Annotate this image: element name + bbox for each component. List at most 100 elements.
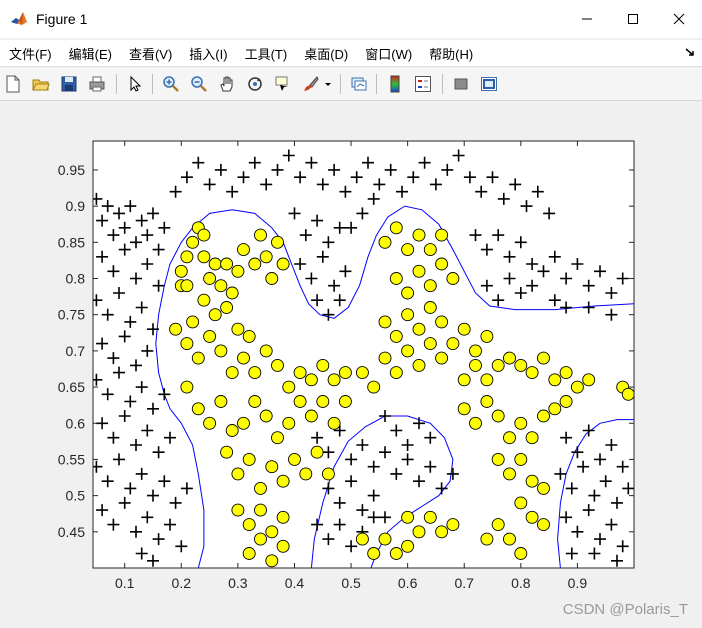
insert-legend-button[interactable] [412, 73, 434, 95]
positive-point-marker [276, 474, 290, 488]
menu-view[interactable]: 查看(V) [129, 44, 172, 63]
positive-point-marker [389, 329, 403, 343]
positive-point-marker [321, 467, 335, 481]
title-bar: Figure 1 [0, 0, 702, 38]
print-figure-button[interactable] [86, 73, 108, 95]
positive-point-marker [265, 272, 279, 285]
positive-point-marker [254, 532, 267, 546]
positive-point-marker [231, 264, 245, 278]
figure-canvas: 0.1 0.2 0.3 0.4 0.5 0.6 0.7 0.8 0.9 0.45 0.5 0.55 0.… [0, 101, 702, 628]
positive-point-marker [537, 481, 550, 495]
positive-point-marker [514, 452, 528, 466]
positive-point-marker [299, 467, 313, 481]
positive-point-marker [514, 416, 528, 430]
pan-button[interactable] [216, 73, 238, 95]
positive-point-marker [503, 467, 516, 481]
positive-point-marker [203, 329, 217, 343]
positive-point-marker [435, 351, 449, 365]
positive-point-marker [237, 351, 250, 365]
positive-point-marker [457, 402, 471, 416]
scatter-plot[interactable]: 0.1 0.2 0.3 0.4 0.5 0.6 0.7 0.8 0.9 0.45 0.5 0.55 0.… [0, 101, 702, 628]
x-tick-label: 0.4 [285, 575, 305, 591]
rotate-3d-button[interactable] [244, 73, 266, 95]
open-file-button[interactable] [30, 73, 52, 95]
save-figure-button[interactable] [58, 73, 80, 95]
positive-point-marker [446, 272, 460, 285]
menu-insert[interactable]: 插入(I) [189, 44, 227, 63]
zoom-out-button[interactable] [188, 73, 210, 95]
colorbar-icon [390, 75, 400, 93]
hide-plot-tools-button[interactable] [450, 73, 472, 95]
positive-point-marker [514, 358, 528, 372]
pan-hand-icon [220, 76, 233, 92]
positive-point-marker [248, 257, 262, 271]
positive-point-marker [435, 525, 449, 539]
positive-point-marker [423, 337, 437, 351]
positive-point-marker [559, 366, 573, 380]
positive-point-marker [220, 445, 234, 459]
maximize-button[interactable] [610, 0, 656, 38]
toolbar-separator [340, 74, 341, 94]
toolbar-separator [442, 74, 443, 94]
close-button[interactable] [656, 0, 702, 38]
axes-background [93, 141, 634, 568]
positive-point-marker [338, 366, 352, 380]
positive-point-marker [503, 351, 516, 365]
menu-edit[interactable]: 编辑(E) [69, 44, 112, 63]
positive-point-marker [180, 380, 194, 394]
positive-point-marker [491, 358, 505, 372]
minimize-button[interactable] [564, 0, 610, 38]
positive-point-marker [180, 250, 194, 264]
positive-point-marker [220, 257, 234, 271]
window-title: Figure 1 [36, 11, 88, 27]
positive-point-marker [259, 344, 273, 358]
new-figure-button[interactable] [2, 73, 24, 95]
edit-plot-button[interactable] [124, 73, 146, 95]
positive-point-marker [242, 547, 256, 560]
positive-point-marker [412, 228, 426, 242]
positive-point-marker [304, 373, 318, 387]
positive-point-marker [537, 518, 550, 532]
dock-arrow-icon[interactable] [684, 46, 696, 58]
show-plot-tools-button[interactable] [478, 73, 500, 95]
positive-point-marker [401, 344, 415, 358]
positive-point-marker [389, 366, 403, 380]
link-plot-button[interactable] [348, 73, 370, 95]
menu-help[interactable]: 帮助(H) [429, 44, 473, 63]
brush-dropdown-button[interactable] [322, 73, 334, 95]
positive-point-marker [401, 510, 415, 524]
positive-point-marker [231, 467, 245, 481]
menu-desktop[interactable]: 桌面(D) [304, 44, 348, 63]
y-tick-label: 0.5 [66, 488, 86, 504]
positive-point-marker [503, 431, 516, 445]
menu-file[interactable]: 文件(F) [9, 44, 52, 63]
y-tick-label: 0.95 [58, 162, 85, 178]
menu-window[interactable]: 窗口(W) [365, 44, 412, 63]
positive-point-marker [265, 554, 279, 568]
open-folder-icon [32, 79, 50, 91]
brush-button[interactable] [300, 73, 322, 95]
positive-point-marker [248, 366, 262, 380]
toolbar-separator [376, 74, 377, 94]
zoom-out-icon [191, 76, 207, 92]
positive-point-marker [491, 409, 505, 423]
x-tick-label: 0.5 [341, 575, 361, 591]
positive-point-marker [191, 351, 205, 365]
positive-point-marker [276, 539, 290, 553]
positive-point-marker [367, 380, 381, 394]
zoom-in-button[interactable] [160, 73, 182, 95]
zoom-in-icon [163, 76, 179, 92]
positive-point-marker [242, 329, 256, 343]
positive-point-marker [412, 322, 426, 336]
minimize-icon [582, 18, 592, 20]
data-cursor-button[interactable] [272, 73, 294, 95]
menu-tools[interactable]: 工具(T) [245, 44, 288, 63]
watermark-text: CSDN @Polaris_T [562, 601, 688, 618]
positive-point-marker [469, 344, 482, 358]
positive-point-marker [259, 409, 273, 423]
insert-colorbar-button[interactable] [384, 73, 406, 95]
positive-point-marker [254, 481, 267, 495]
x-tick-label: 0.7 [454, 575, 474, 591]
positive-point-marker [197, 228, 211, 242]
positive-point-marker [276, 510, 290, 524]
